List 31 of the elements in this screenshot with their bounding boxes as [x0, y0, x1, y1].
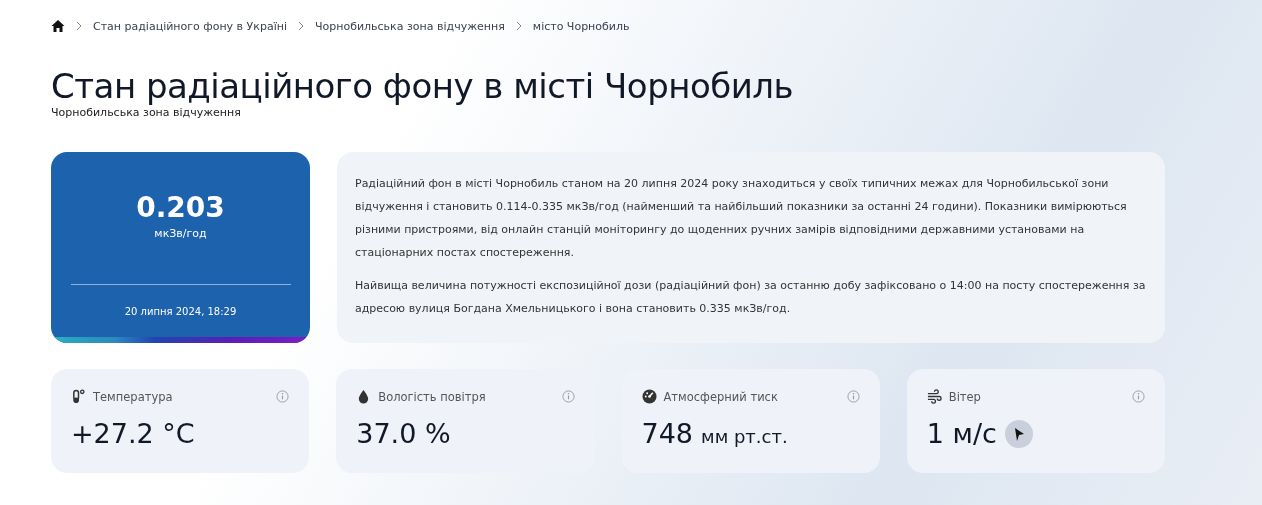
radiation-unit: мкЗв/год	[154, 227, 207, 240]
breadcrumb-link[interactable]: Стан радіаційного фону в Україні	[93, 19, 287, 33]
chevron-icon	[296, 21, 305, 31]
chevron-icon	[75, 21, 83, 31]
metric-label: Вологість повітря	[378, 389, 486, 404]
metric-label: Вітер	[948, 389, 981, 404]
metric-value: 37.0 %	[356, 418, 451, 449]
page-subtitle: Чорнобильська зона відчуження	[51, 106, 242, 119]
wind-direction-icon	[1004, 419, 1033, 448]
thermometer-icon	[71, 389, 86, 404]
info-icon[interactable]	[1132, 390, 1145, 403]
radiation-value: 0.203	[136, 192, 225, 224]
metric-label: Температура	[93, 389, 173, 404]
metric-value: 1 м/с	[926, 418, 997, 449]
info-icon[interactable]	[846, 390, 860, 403]
metric-unit: мм рт.ст.	[701, 426, 788, 447]
description-paragraph: Радіаційний фон в місті Чорнобиль станом на 20 липня 2024 року знаходиться у своїх типичних межах для Чорнобильської зони відчуження і становить 0.114-0.335 мкЗв/год (найменший та найбільший показники за останні 24 години). Показники вимірюються різними пристроями, від онлайн станцій моніторингу до щоденних ручних замірів відповідними державними установами на стаціонарних постах спостереження.	[355, 176, 1128, 261]
info-icon[interactable]	[276, 390, 290, 403]
reading-timestamp: 20 липня 2024, 18:29	[124, 306, 237, 317]
wind-icon	[926, 389, 942, 404]
gauge-icon	[641, 389, 657, 404]
breadcrumb-link[interactable]: місто Чорнобиль	[532, 19, 630, 33]
metric-value: +27.2 °C	[71, 418, 195, 449]
home-icon[interactable]	[51, 19, 65, 33]
breadcrumb-link[interactable]: Чорнобильська зона відчуження	[314, 19, 505, 33]
description-paragraph: Найвища величина потужності експозиційної дози (радіаційний фон) за останню добу зафіксовано о 14:00 на посту спостереження за адресою вулиця Богдана Хмельницького і вона становить 0.335 мкЗв/год.	[355, 278, 1147, 317]
info-icon[interactable]	[561, 390, 575, 403]
metric-label: Атмосферний тиск	[663, 389, 778, 404]
chevron-icon	[514, 21, 523, 31]
page-title: Стан радіаційного фону в місті Чорнобиль	[51, 66, 795, 106]
metric-value: 748	[641, 418, 694, 449]
